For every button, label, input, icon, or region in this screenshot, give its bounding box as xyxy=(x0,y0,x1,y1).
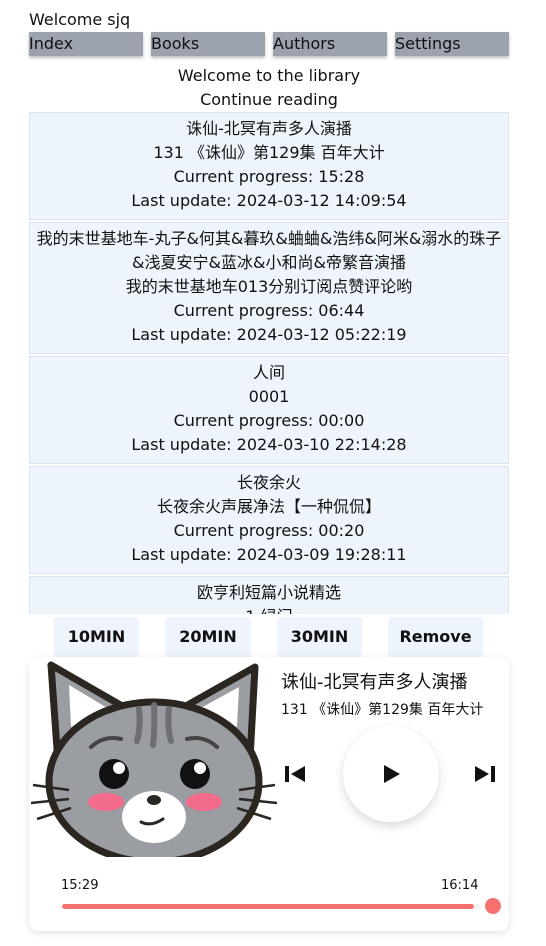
progress-slider-thumb[interactable] xyxy=(484,898,501,914)
nav-bar: Index Books Authors Settings xyxy=(29,32,509,56)
skip-previous-icon[interactable] xyxy=(285,765,307,783)
nav-books[interactable]: Books xyxy=(151,32,265,56)
duration-time: 16:14 xyxy=(441,878,479,893)
book-title: 欧亨利短篇小说精选 xyxy=(196,583,341,602)
progress-text: Current progress: 15:28 xyxy=(173,167,365,186)
player-subtitle: 131 《诛仙》第129集 百年大计 xyxy=(281,702,484,718)
play-icon xyxy=(384,765,400,783)
timer-20min-button[interactable]: 20MIN xyxy=(165,617,251,657)
update-text: Last update: 2024-03-10 22:14:28 xyxy=(131,435,407,454)
nav-index[interactable]: Index xyxy=(29,32,143,56)
timer-10min-button[interactable]: 10MIN xyxy=(54,617,139,657)
page-title: Welcome to the library xyxy=(177,66,361,85)
progress-track[interactable] xyxy=(62,904,474,909)
list-item[interactable]: 欧亨利短篇小说精选 1.绿门 xyxy=(29,576,509,614)
chapter-title: 长夜余火声展净法【一种侃侃】 xyxy=(156,497,381,516)
update-text: Last update: 2024-03-12 05:22:19 xyxy=(131,325,407,344)
timer-30min-button[interactable]: 30MIN xyxy=(277,617,362,657)
progress-remaining xyxy=(474,904,480,909)
audio-player: 诛仙-北冥有声多人演播 131 《诛仙》第129集 百年大计 15:29 16:… xyxy=(29,657,509,931)
timer-remove-button[interactable]: Remove xyxy=(388,617,483,657)
list-item[interactable]: 我的末世基地车-丸子&何其&暮玖&蛐蛐&浩纬&阿米&溺水的珠子 &浅夏安宁&蓝冰… xyxy=(29,222,509,354)
skip-next-icon[interactable] xyxy=(473,765,495,783)
section-title: Continue reading xyxy=(200,90,338,109)
book-title: 人间 xyxy=(252,363,285,382)
book-title: 诛仙-北冥有声多人演播 xyxy=(186,119,352,138)
nav-authors[interactable]: Authors xyxy=(273,32,387,56)
progress-text: Current progress: 00:00 xyxy=(173,411,365,430)
continue-reading-list: 诛仙-北冥有声多人演播 131 《诛仙》第129集 百年大计 Current p… xyxy=(29,112,509,614)
progress-text: Current progress: 06:44 xyxy=(173,301,365,320)
list-item[interactable]: 长夜余火 长夜余火声展净法【一种侃侃】 Current progress: 00… xyxy=(29,466,509,574)
sleep-timer-bar: 10MIN 20MIN 30MIN Remove xyxy=(0,617,546,657)
nav-settings[interactable]: Settings xyxy=(395,32,509,56)
welcome-text: Welcome sjq xyxy=(29,10,131,29)
current-time: 15:29 xyxy=(61,878,99,893)
update-text: Last update: 2024-03-09 19:28:11 xyxy=(131,545,407,564)
book-title-cont: &浅夏安宁&蓝冰&小和尚&帝繁音演播 xyxy=(132,253,406,272)
list-item[interactable]: 诛仙-北冥有声多人演播 131 《诛仙》第129集 百年大计 Current p… xyxy=(29,112,509,220)
cat-cover-icon xyxy=(30,661,278,857)
progress-text: Current progress: 00:20 xyxy=(173,521,365,540)
list-item[interactable]: 人间 0001 Current progress: 00:00 Last upd… xyxy=(29,356,509,464)
update-text: Last update: 2024-03-12 14:09:54 xyxy=(131,191,407,210)
chapter-title: 1.绿门 xyxy=(30,605,508,614)
chapter-title: 我的末世基地车013分别订阅点赞评论哟 xyxy=(125,277,413,296)
book-title: 长夜余火 xyxy=(236,473,301,492)
play-button[interactable] xyxy=(343,726,439,822)
book-title: 我的末世基地车-丸子&何其&暮玖&蛐蛐&浩纬&阿米&溺水的珠子 xyxy=(36,229,502,248)
chapter-title: 131 《诛仙》第129集 百年大计 xyxy=(153,143,385,162)
player-title: 诛仙-北冥有声多人演播 xyxy=(281,672,468,693)
chapter-title: 0001 xyxy=(248,387,290,406)
